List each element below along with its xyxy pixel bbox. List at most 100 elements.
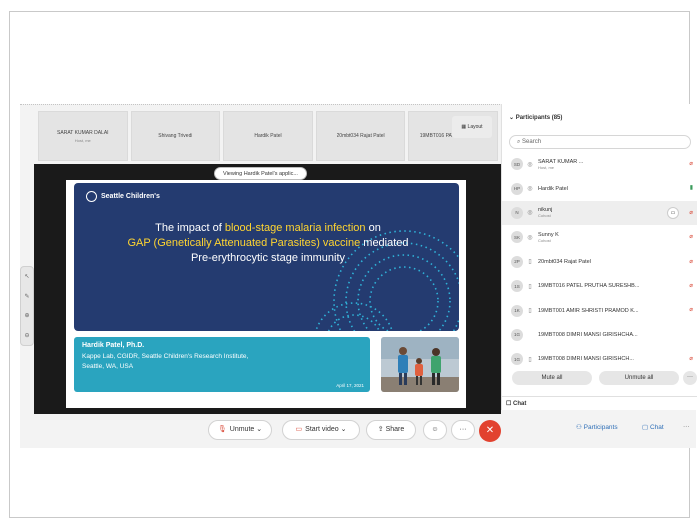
mic-muted-icon[interactable]: ⌀ bbox=[689, 258, 693, 265]
chat-label: Chat bbox=[649, 424, 664, 431]
mic-muted-icon[interactable]: ⌀ bbox=[689, 209, 693, 216]
participant-row[interactable]: 1G 19MBT008 DIMRI MANSI GIRISHCHA... bbox=[502, 323, 697, 347]
participant-name: Hardik Patel bbox=[538, 185, 568, 192]
video-tile-name: Shivang Trivedi bbox=[158, 133, 193, 139]
more-options-icon[interactable]: ··· bbox=[683, 423, 690, 430]
zoom-in-icon[interactable]: ⊕ bbox=[24, 312, 29, 319]
chevron-down-icon: ⌄ bbox=[509, 115, 516, 121]
chat-header[interactable]: ☐ Chat bbox=[502, 396, 697, 410]
end-call-button[interactable]: ✕ bbox=[479, 420, 501, 442]
video-tile[interactable]: Shivang Trivedi bbox=[130, 111, 221, 161]
avatar: 1G bbox=[511, 328, 523, 341]
family-photo-image bbox=[381, 337, 459, 392]
affiliation-line: Seattle, WA, USA bbox=[82, 363, 134, 370]
mic-muted-icon[interactable]: ⌀ bbox=[689, 355, 693, 362]
participant-row[interactable]: N ◎ nikunj Cohost ▭ ⌀ bbox=[502, 200, 697, 226]
affiliation-line: Kappe Lab, CGIDR, Seattle Children's Res… bbox=[82, 353, 249, 360]
layout-label: Layout bbox=[467, 124, 483, 130]
chat-toggle-icon: ☐ bbox=[506, 401, 514, 407]
meeting-controls: 🎙︎ Unmute ⌄ ▭ Start video ⌄ ⇪ Share ☺ ··· … bbox=[20, 414, 696, 448]
avatar: 1S bbox=[511, 280, 523, 293]
title-text: The impact of bbox=[155, 222, 225, 234]
participant-name: 19MBT001 AMIR SHRISTI PRAMOD K... bbox=[538, 307, 639, 314]
more-icon: ··· bbox=[459, 426, 467, 433]
title-text: Pre-erythrocytic stage immunity bbox=[190, 252, 346, 264]
chat-icon: ▢ bbox=[642, 424, 650, 431]
zoom-out-icon[interactable]: ⊖ bbox=[24, 332, 29, 339]
device-icon: ◎ bbox=[527, 186, 533, 193]
participant-row[interactable]: 1S ▯ 19MBT016 PATEL PRUTHA SURESHB... ⌀ bbox=[502, 274, 697, 298]
meeting-window: SARAT KUMAR DALAI Host, me Shivang Trived… bbox=[20, 104, 697, 448]
participant-search[interactable]: ⌕ Search bbox=[509, 135, 691, 149]
pen-icon[interactable]: ✎ bbox=[24, 293, 29, 300]
title-highlight: blood-stage malaria infection bbox=[224, 222, 366, 234]
presenter-photo bbox=[381, 337, 459, 392]
annotation-toolbar: ↖ ✎ ⊕ ⊖ bbox=[20, 266, 34, 346]
video-tile-sub: Host, me bbox=[74, 137, 91, 143]
more-options-icon[interactable]: ··· bbox=[683, 371, 697, 385]
presenter-affiliation: Kappe Lab, CGIDR, Seattle Children's Res… bbox=[82, 352, 362, 372]
smiley-icon: ☺ bbox=[431, 426, 439, 433]
slide-title-panel: Seattle Children's The impact of blood-s… bbox=[74, 183, 459, 331]
start-video-button[interactable]: ▭ Start video ⌄ bbox=[282, 420, 360, 440]
participants-title: Participants (85) bbox=[515, 115, 563, 121]
mute-all-button[interactable]: Mute all bbox=[512, 371, 592, 385]
participant-role: Cohost bbox=[538, 213, 551, 219]
share-button[interactable]: ⇪ Share bbox=[366, 420, 416, 440]
avatar: HP bbox=[511, 182, 523, 195]
reactions-button[interactable]: ☺ bbox=[423, 420, 447, 440]
participant-name: 19MBT016 PATEL PRUTHA SURESHB... bbox=[538, 283, 640, 290]
person-icon: ⚇ bbox=[576, 424, 584, 431]
video-tile[interactable]: 20mbt034 Rajat Patel bbox=[315, 111, 406, 161]
layout-button[interactable]: ▦ Layout bbox=[452, 116, 492, 138]
unmute-button[interactable]: 🎙︎ Unmute ⌄ bbox=[208, 420, 272, 440]
video-tile-name: 20mbt034 Rajat Patel bbox=[336, 133, 385, 139]
slide-title: The impact of blood-stage malaria infect… bbox=[88, 221, 448, 266]
participant-row[interactable]: SD ◎ SARAT KUMAR ... Host, me ⌀ bbox=[502, 152, 697, 176]
mic-muted-icon[interactable]: ⌀ bbox=[689, 282, 693, 289]
unmute-all-button[interactable]: Unmute all bbox=[599, 371, 679, 385]
participant-name: 19MBT008 DIMRI MANSI GIRISHCH... bbox=[538, 356, 634, 363]
title-highlight: GAP (Genetically Attenuated Parasites) v… bbox=[127, 237, 361, 249]
avatar: SK bbox=[511, 231, 523, 244]
start-video-label: Start video bbox=[305, 426, 339, 433]
mic-muted-icon[interactable]: ⌀ bbox=[689, 233, 693, 240]
org-logo: Seattle Children's bbox=[86, 191, 160, 202]
participant-list: SD ◎ SARAT KUMAR ... Host, me ⌀ HP ◎ Hard… bbox=[502, 152, 697, 372]
participant-row[interactable]: 1K ▯ 19MBT001 AMIR SHRISTI PRAMOD K... ⌀ bbox=[502, 298, 697, 322]
video-tile[interactable]: SARAT KUMAR DALAI Host, me bbox=[38, 111, 128, 161]
mic-muted-icon[interactable]: ⌀ bbox=[689, 306, 693, 313]
participant-row[interactable]: 1G ▯ 19MBT008 DIMRI MANSI GIRISHCH... ⌀ bbox=[502, 347, 697, 371]
video-tile-name: SARAT KUMAR DALAI bbox=[57, 129, 109, 136]
device-icon: ◎ bbox=[527, 234, 533, 241]
chat-button[interactable]: ▢ Chat bbox=[642, 423, 664, 431]
participants-button[interactable]: ⚇ Participants bbox=[576, 423, 618, 431]
chat-bubble-icon[interactable]: ▭ bbox=[667, 206, 679, 219]
search-placeholder: Search bbox=[522, 139, 542, 145]
participant-row[interactable]: SK ◎ Sunny K Cohost ⌀ bbox=[502, 225, 697, 249]
avatar: 1G bbox=[511, 353, 523, 366]
video-tile[interactable]: Hardik Patel bbox=[223, 111, 313, 161]
participants-label: Participants bbox=[583, 424, 618, 431]
logo-icon bbox=[86, 191, 97, 202]
presenter-info: Hardik Patel, Ph.D. Kappe Lab, CGIDR, Se… bbox=[74, 337, 370, 392]
avatar: SD bbox=[511, 158, 523, 171]
video-off-icon: ▭ bbox=[295, 426, 303, 433]
more-button[interactable]: ··· bbox=[451, 420, 475, 440]
presentation-date: April 17, 2021 bbox=[336, 383, 364, 388]
viewing-indicator[interactable]: Viewing Hardik Patel's applic... bbox=[214, 167, 307, 180]
participant-name: 20mbt034 Rajat Patel bbox=[538, 258, 591, 265]
chevron-down-icon: ⌄ bbox=[340, 426, 347, 433]
pointer-icon[interactable]: ↖ bbox=[24, 273, 29, 280]
participant-row[interactable]: 2P ▯ 20mbt034 Rajat Patel ⌀ bbox=[502, 250, 697, 274]
phone-icon: ▯ bbox=[528, 356, 532, 363]
mic-muted-icon[interactable]: ⌀ bbox=[689, 160, 693, 167]
participant-role: Cohost bbox=[538, 237, 551, 243]
participants-panel: ⌄ Participants (85) ⌕ Search SD ◎ SARAT … bbox=[501, 104, 697, 410]
mic-on-icon[interactable]: ▮ bbox=[690, 184, 693, 191]
participant-row[interactable]: HP ◎ Hardik Patel ▮ bbox=[502, 176, 697, 200]
share-label: Share bbox=[385, 426, 405, 433]
participants-header[interactable]: ⌄ Participants (85) bbox=[509, 114, 562, 121]
unmute-label: Unmute bbox=[229, 426, 255, 433]
phone-icon: ▯ bbox=[528, 308, 532, 315]
